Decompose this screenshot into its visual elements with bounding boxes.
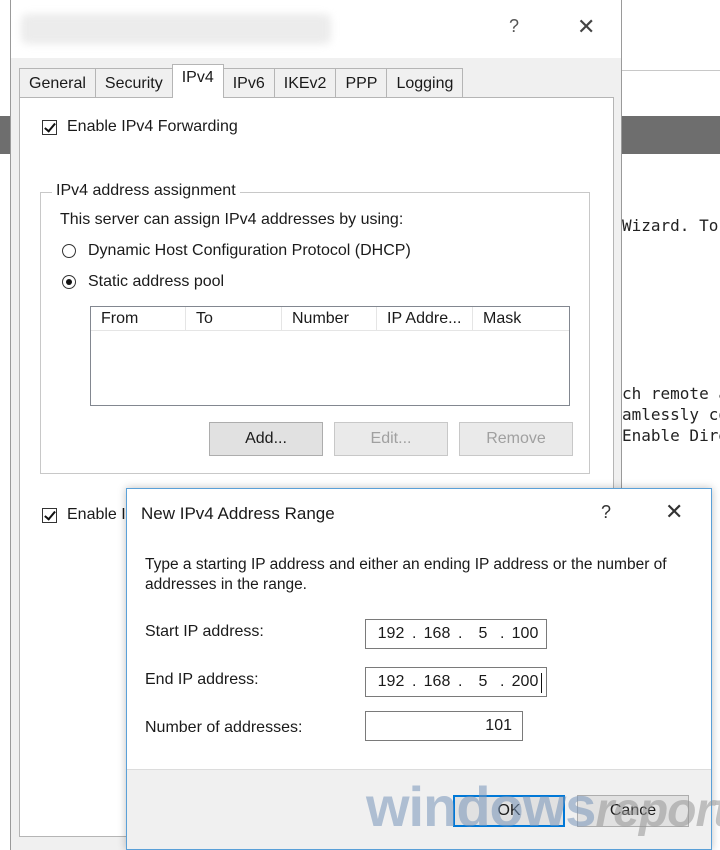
address-pool-list[interactable]: From To Number IP Addre... Mask bbox=[90, 306, 570, 406]
tab-security[interactable]: Security bbox=[94, 68, 173, 98]
ip-octet[interactable]: 100 bbox=[508, 625, 542, 643]
end-ip-label: End IP address: bbox=[145, 671, 259, 688]
edit-button[interactable]: Edit... bbox=[334, 422, 448, 456]
enable-second-option-checkbox[interactable]: Enable I bbox=[42, 506, 126, 524]
start-ip-label: Start IP address: bbox=[145, 623, 264, 640]
number-of-addresses-field[interactable]: 101 bbox=[365, 711, 523, 741]
ip-dot: . bbox=[412, 673, 417, 690]
close-icon[interactable]: ✕ bbox=[577, 14, 595, 40]
radio-icon[interactable] bbox=[62, 244, 76, 258]
radio-label: Dynamic Host Configuration Protocol (DHC… bbox=[88, 242, 411, 259]
ok-button[interactable]: OK bbox=[453, 795, 565, 827]
start-ip-field[interactable]: 192 . 168 . 5 . 100 bbox=[365, 619, 547, 649]
modal-titlebar: New IPv4 Address Range ? ✕ bbox=[127, 489, 711, 537]
column-to[interactable]: To bbox=[186, 307, 282, 330]
checkbox-checked-icon[interactable] bbox=[42, 507, 57, 523]
background-text-line: amlessly co bbox=[622, 405, 720, 424]
ip-octet[interactable]: 192 bbox=[374, 673, 408, 691]
number-of-addresses-label: Number of addresses: bbox=[145, 719, 303, 736]
column-number[interactable]: Number bbox=[282, 307, 377, 330]
tab-ppp[interactable]: PPP bbox=[335, 68, 388, 98]
dhcp-radio[interactable]: Dynamic Host Configuration Protocol (DHC… bbox=[62, 242, 411, 260]
tab-ipv4[interactable]: IPv4 bbox=[171, 64, 224, 98]
tab-general[interactable]: General bbox=[19, 68, 96, 98]
tab-strip: General Security IPv4 IPv6 IKEv2 PPP Log… bbox=[19, 64, 464, 98]
tab-logging[interactable]: Logging bbox=[386, 68, 464, 98]
add-button[interactable]: Add... bbox=[209, 422, 323, 456]
background-text-line: Enable Dire bbox=[622, 426, 720, 445]
column-from[interactable]: From bbox=[91, 307, 186, 330]
ip-dot: . bbox=[500, 673, 505, 690]
ip-octet[interactable]: 200 bbox=[508, 673, 542, 691]
group-legend: IPv4 address assignment bbox=[52, 182, 240, 200]
dialog-titlebar: ? ✕ bbox=[11, 0, 621, 58]
checkbox-label: Enable IPv4 Forwarding bbox=[67, 118, 238, 135]
number-value[interactable]: 101 bbox=[485, 717, 512, 735]
checkbox-label: Enable I bbox=[67, 506, 126, 523]
remove-button[interactable]: Remove bbox=[459, 422, 573, 456]
modal-title: New IPv4 Address Range bbox=[141, 504, 335, 523]
list-header: From To Number IP Addre... Mask bbox=[91, 307, 569, 331]
background-text-line: Wizard. To bbox=[622, 216, 719, 235]
background-divider bbox=[620, 70, 720, 71]
help-icon[interactable]: ? bbox=[509, 16, 519, 37]
enable-ipv4-forwarding-checkbox[interactable]: Enable IPv4 Forwarding bbox=[42, 118, 238, 136]
ip-octet[interactable]: 168 bbox=[420, 673, 454, 691]
new-address-range-dialog: New IPv4 Address Range ? ✕ Type a starti… bbox=[126, 488, 712, 850]
column-ip-address[interactable]: IP Addre... bbox=[377, 307, 473, 330]
close-icon[interactable]: ✕ bbox=[665, 499, 683, 525]
ip-dot: . bbox=[412, 625, 417, 642]
cancel-button[interactable]: Cance bbox=[577, 795, 689, 827]
help-icon[interactable]: ? bbox=[601, 502, 611, 523]
ip-octet[interactable]: 5 bbox=[466, 673, 500, 691]
tab-ikev2[interactable]: IKEv2 bbox=[273, 68, 337, 98]
ip-octet[interactable]: 192 bbox=[374, 625, 408, 643]
background-text-line: ch remote a bbox=[622, 384, 720, 403]
end-ip-field[interactable]: 192 . 168 . 5 . 200 bbox=[365, 667, 547, 697]
checkbox-checked-icon[interactable] bbox=[42, 119, 57, 135]
radio-selected-icon[interactable] bbox=[62, 275, 76, 289]
tab-ipv6[interactable]: IPv6 bbox=[222, 68, 275, 98]
ip-dot: . bbox=[458, 673, 463, 690]
static-pool-radio[interactable]: Static address pool bbox=[62, 273, 224, 291]
footer-divider bbox=[127, 769, 711, 770]
text-caret bbox=[541, 673, 542, 693]
assignment-description: This server can assign IPv4 addresses by… bbox=[60, 211, 404, 228]
range-description: Type a starting IP address and either an… bbox=[145, 556, 667, 593]
blurred-title bbox=[21, 14, 331, 44]
ip-dot: . bbox=[500, 625, 505, 642]
ip-dot: . bbox=[458, 625, 463, 642]
radio-label: Static address pool bbox=[88, 273, 225, 290]
ip-octet[interactable]: 5 bbox=[466, 625, 500, 643]
ip-octet[interactable]: 168 bbox=[420, 625, 454, 643]
column-mask[interactable]: Mask bbox=[473, 307, 569, 330]
